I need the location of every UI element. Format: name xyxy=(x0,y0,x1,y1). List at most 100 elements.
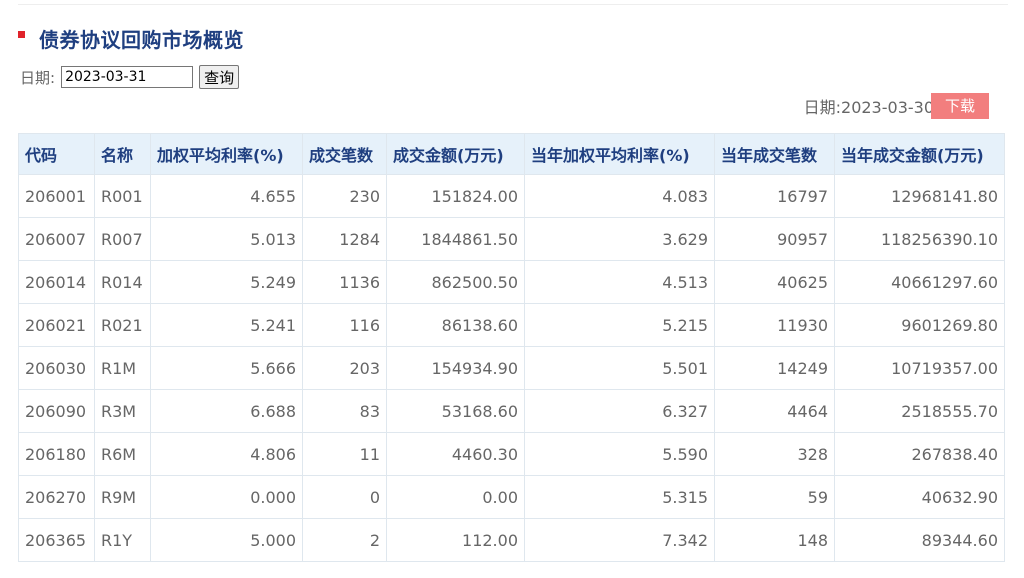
cell-trade-count: 1284 xyxy=(302,217,387,261)
col-header-ytd-weighted-rate: 当年加权平均利率(%) xyxy=(524,133,715,175)
col-header-weighted-rate: 加权平均利率(%) xyxy=(150,133,303,175)
cell-ytd-trade-count: 11930 xyxy=(714,303,835,347)
cell-trade-amount: 86138.60 xyxy=(386,303,525,347)
repo-market-table: 代码 名称 加权平均利率(%) 成交笔数 成交金额(万元) 当年加权平均利率(%… xyxy=(18,133,1005,562)
col-header-trade-count: 成交笔数 xyxy=(302,133,387,175)
cell-ytd-trade-count: 328 xyxy=(714,432,835,476)
cell-ytd-weighted-rate: 7.342 xyxy=(524,518,715,562)
cell-name: R021 xyxy=(94,303,151,347)
cell-ytd-weighted-rate: 5.501 xyxy=(524,346,715,390)
data-date-label: 日期: xyxy=(803,98,842,117)
cell-ytd-trade-amount: 40661297.60 xyxy=(834,260,1005,304)
col-header-trade-amount: 成交金额(万元) xyxy=(386,133,525,175)
cell-ytd-trade-amount: 9601269.80 xyxy=(834,303,1005,347)
table-header-row: 代码 名称 加权平均利率(%) 成交笔数 成交金额(万元) 当年加权平均利率(%… xyxy=(18,133,1005,175)
cell-ytd-trade-count: 40625 xyxy=(714,260,835,304)
cell-weighted-rate: 5.241 xyxy=(150,303,303,347)
page-title: 债券协议回购市场概览 xyxy=(39,27,244,52)
cell-weighted-rate: 5.249 xyxy=(150,260,303,304)
data-date-value: 2023-03-30 xyxy=(841,98,934,117)
cell-trade-count: 230 xyxy=(302,174,387,218)
table-row: 206365 R1Y 5.000 2 112.00 7.342 148 89344.60 xyxy=(18,518,1005,562)
cell-trade-amount: 154934.90 xyxy=(386,346,525,390)
cell-weighted-rate: 4.806 xyxy=(150,432,303,476)
query-bar: 日期: 查询 xyxy=(20,64,240,90)
cell-name: R007 xyxy=(94,217,151,261)
cell-trade-count: 11 xyxy=(302,432,387,476)
cell-code: 206180 xyxy=(18,432,95,476)
cell-trade-count: 83 xyxy=(302,389,387,433)
col-header-name: 名称 xyxy=(94,133,151,175)
cell-trade-amount: 0.00 xyxy=(386,475,525,519)
cell-ytd-weighted-rate: 5.590 xyxy=(524,432,715,476)
page-header: 债券协议回购市场概览 xyxy=(18,24,244,52)
cell-code: 206001 xyxy=(18,174,95,218)
table-row: 206270 R9M 0.000 0 0.00 5.315 59 40632.90 xyxy=(18,475,1005,519)
table-row: 206014 R014 5.249 1136 862500.50 4.513 40625 40… xyxy=(18,260,1005,304)
cell-ytd-trade-count: 148 xyxy=(714,518,835,562)
cell-name: R6M xyxy=(94,432,151,476)
cell-trade-count: 1136 xyxy=(302,260,387,304)
cell-trade-count: 203 xyxy=(302,346,387,390)
cell-ytd-weighted-rate: 6.327 xyxy=(524,389,715,433)
cell-trade-amount: 151824.00 xyxy=(386,174,525,218)
cell-ytd-weighted-rate: 4.083 xyxy=(524,174,715,218)
cell-code: 206030 xyxy=(18,346,95,390)
table-row: 206021 R021 5.241 116 86138.60 5.215 11930 9601… xyxy=(18,303,1005,347)
table-row: 206030 R1M 5.666 203 154934.90 5.501 14249 1071… xyxy=(18,346,1005,390)
cell-trade-amount: 112.00 xyxy=(386,518,525,562)
cell-ytd-trade-amount: 2518555.70 xyxy=(834,389,1005,433)
table-row: 206001 R001 4.655 230 151824.00 4.083 16797 129… xyxy=(18,174,1005,218)
col-header-ytd-trade-count: 当年成交笔数 xyxy=(714,133,835,175)
cell-trade-count: 0 xyxy=(302,475,387,519)
cell-weighted-rate: 4.655 xyxy=(150,174,303,218)
cell-trade-count: 116 xyxy=(302,303,387,347)
cell-trade-amount: 862500.50 xyxy=(386,260,525,304)
top-divider xyxy=(18,4,1008,5)
query-date-label: 日期: xyxy=(20,68,56,87)
table-row: 206180 R6M 4.806 11 4460.30 5.590 328 267838.40 xyxy=(18,432,1005,476)
query-button[interactable]: 查询 xyxy=(199,65,240,89)
cell-ytd-trade-count: 14249 xyxy=(714,346,835,390)
cell-ytd-trade-count: 59 xyxy=(714,475,835,519)
cell-ytd-weighted-rate: 4.513 xyxy=(524,260,715,304)
cell-code: 206021 xyxy=(18,303,95,347)
cell-weighted-rate: 5.013 xyxy=(150,217,303,261)
cell-weighted-rate: 5.000 xyxy=(150,518,303,562)
cell-ytd-trade-amount: 118256390.10 xyxy=(834,217,1005,261)
data-date: 日期:2023-03-30 xyxy=(804,94,934,118)
cell-ytd-trade-count: 4464 xyxy=(714,389,835,433)
title-marker-icon xyxy=(18,30,25,38)
cell-trade-count: 2 xyxy=(302,518,387,562)
cell-ytd-trade-count: 90957 xyxy=(714,217,835,261)
cell-weighted-rate: 0.000 xyxy=(150,475,303,519)
cell-name: R014 xyxy=(94,260,151,304)
cell-code: 206090 xyxy=(18,389,95,433)
cell-ytd-trade-amount: 89344.60 xyxy=(834,518,1005,562)
cell-name: R9M xyxy=(94,475,151,519)
cell-code: 206365 xyxy=(18,518,95,562)
cell-trade-amount: 1844861.50 xyxy=(386,217,525,261)
cell-code: 206270 xyxy=(18,475,95,519)
cell-code: 206014 xyxy=(18,260,95,304)
cell-ytd-trade-amount: 12968141.80 xyxy=(834,174,1005,218)
cell-weighted-rate: 6.688 xyxy=(150,389,303,433)
cell-trade-amount: 4460.30 xyxy=(386,432,525,476)
cell-weighted-rate: 5.666 xyxy=(150,346,303,390)
cell-trade-amount: 53168.60 xyxy=(386,389,525,433)
cell-name: R3M xyxy=(94,389,151,433)
query-date-input[interactable] xyxy=(61,66,194,88)
cell-name: R001 xyxy=(94,174,151,218)
cell-ytd-trade-amount: 40632.90 xyxy=(834,475,1005,519)
cell-ytd-trade-amount: 10719357.00 xyxy=(834,346,1005,390)
cell-ytd-weighted-rate: 5.215 xyxy=(524,303,715,347)
cell-ytd-trade-amount: 267838.40 xyxy=(834,432,1005,476)
col-header-code: 代码 xyxy=(18,133,95,175)
download-button[interactable]: 下载 xyxy=(931,93,989,119)
cell-name: R1Y xyxy=(94,518,151,562)
cell-ytd-weighted-rate: 3.629 xyxy=(524,217,715,261)
col-header-ytd-trade-amount: 当年成交金额(万元) xyxy=(834,133,1005,175)
table-row: 206090 R3M 6.688 83 53168.60 6.327 4464 2518555… xyxy=(18,389,1005,433)
cell-name: R1M xyxy=(94,346,151,390)
cell-ytd-trade-count: 16797 xyxy=(714,174,835,218)
